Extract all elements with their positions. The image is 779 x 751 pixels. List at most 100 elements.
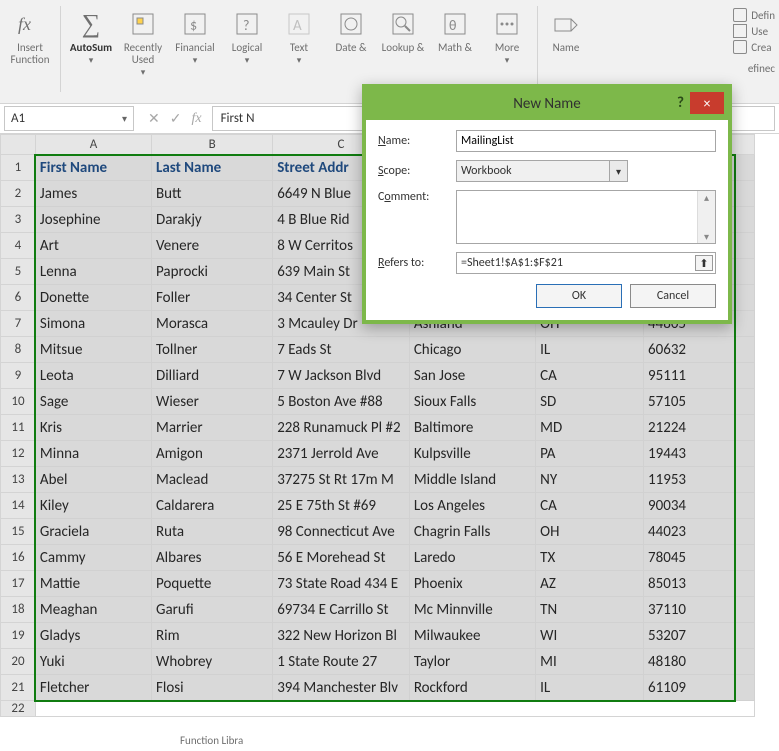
cell[interactable]: 48180 — [644, 649, 755, 675]
row-header[interactable]: 20 — [1, 649, 36, 675]
cell[interactable]: Lenna — [35, 259, 151, 285]
row-header[interactable]: 10 — [1, 389, 36, 415]
close-button[interactable]: × — [690, 92, 724, 114]
math-button[interactable]: θ Math & — [429, 6, 481, 76]
row-header[interactable]: 7 — [1, 311, 36, 337]
table-row[interactable]: 9LeotaDilliard7 W Jackson BlvdSan JoseCA… — [1, 363, 755, 389]
table-row[interactable]: 15GracielaRuta98 Connecticut AveChagrin … — [1, 519, 755, 545]
table-row[interactable]: 16CammyAlbares56 E Morehead StLaredoTX78… — [1, 545, 755, 571]
cell[interactable]: Abel — [35, 467, 151, 493]
cell[interactable]: 1 State Route 27 — [273, 649, 410, 675]
row-header[interactable]: 17 — [1, 571, 36, 597]
cell[interactable]: Kris — [35, 415, 151, 441]
cell[interactable]: Mattie — [35, 571, 151, 597]
scroll-down-icon[interactable]: ▾ — [704, 230, 709, 243]
table-row[interactable]: 13AbelMaclead37275 St Rt 17m MMiddle Isl… — [1, 467, 755, 493]
cell[interactable]: 78045 — [644, 545, 755, 571]
row-header[interactable]: 16 — [1, 545, 36, 571]
cell[interactable]: MI — [536, 649, 644, 675]
comment-input[interactable]: ▴▾ — [456, 190, 716, 244]
cell[interactable]: 228 Runamuck Pl #2 — [273, 415, 410, 441]
cell[interactable]: Baltimore — [409, 415, 535, 441]
cell[interactable]: 85013 — [644, 571, 755, 597]
refers-to-input[interactable]: =Sheet1!$A$1:$F$21 ⬆ — [456, 252, 716, 274]
row-header[interactable]: 9 — [1, 363, 36, 389]
enter-formula-icon[interactable]: ✓ — [170, 110, 182, 127]
cell[interactable]: 2371 Jerrold Ave — [273, 441, 410, 467]
cell[interactable]: OH — [536, 519, 644, 545]
cell[interactable]: Graciela — [35, 519, 151, 545]
row-header[interactable]: 3 — [1, 207, 36, 233]
cell[interactable]: AZ — [536, 571, 644, 597]
cell[interactable]: Chicago — [409, 337, 535, 363]
cell[interactable]: 394 Manchester Blv — [273, 675, 410, 701]
cell[interactable]: Donette — [35, 285, 151, 311]
ok-button[interactable]: OK — [536, 284, 622, 308]
scope-select[interactable]: Workbook ▾ — [456, 160, 628, 182]
cell[interactable]: Fletcher — [35, 675, 151, 701]
cell[interactable]: 57105 — [644, 389, 755, 415]
cell[interactable]: SD — [536, 389, 644, 415]
scrollbar[interactable]: ▴▾ — [697, 191, 715, 243]
row-header[interactable]: 5 — [1, 259, 36, 285]
dialog-titlebar[interactable]: New Name ? × — [366, 88, 728, 120]
cell[interactable]: PA — [536, 441, 644, 467]
cell[interactable]: Rockford — [409, 675, 535, 701]
cell[interactable]: 7 Eads St — [273, 337, 410, 363]
cell[interactable]: TX — [536, 545, 644, 571]
table-row[interactable]: 14KileyCaldarera25 E 75th St #69Los Ange… — [1, 493, 755, 519]
cell[interactable]: Butt — [152, 181, 273, 207]
cell[interactable]: Phoenix — [409, 571, 535, 597]
cancel-button[interactable]: Cancel — [630, 284, 716, 308]
cell[interactable]: Simona — [35, 311, 151, 337]
table-row[interactable]: 18MeaghanGarufi69734 E Carrillo StMc Min… — [1, 597, 755, 623]
cell[interactable]: Marrier — [152, 415, 273, 441]
cell[interactable]: Laredo — [409, 545, 535, 571]
use-in-formula-button[interactable]: Use — [733, 24, 775, 38]
row-header[interactable]: 2 — [1, 181, 36, 207]
cell[interactable]: Middle Island — [409, 467, 535, 493]
cell[interactable]: NY — [536, 467, 644, 493]
cell[interactable]: Taylor — [409, 649, 535, 675]
row-header[interactable]: 15 — [1, 519, 36, 545]
more-functions-button[interactable]: More ▾ — [481, 6, 533, 76]
cell[interactable]: Sioux Falls — [409, 389, 535, 415]
cell[interactable]: 90034 — [644, 493, 755, 519]
cell[interactable]: Josephine — [35, 207, 151, 233]
cell[interactable]: 21224 — [644, 415, 755, 441]
cell[interactable]: 37110 — [644, 597, 755, 623]
cell[interactable]: TN — [536, 597, 644, 623]
cell[interactable]: San Jose — [409, 363, 535, 389]
cell[interactable]: 11953 — [644, 467, 755, 493]
cell[interactable]: Rim — [152, 623, 273, 649]
cell[interactable]: 56 E Morehead St — [273, 545, 410, 571]
cell[interactable]: Poquette — [152, 571, 273, 597]
cancel-formula-icon[interactable]: ✕ — [148, 110, 160, 127]
table-row[interactable]: 10SageWieser5 Boston Ave #88Sioux FallsS… — [1, 389, 755, 415]
row-header[interactable]: 8 — [1, 337, 36, 363]
cell[interactable]: Amigon — [152, 441, 273, 467]
define-name-button[interactable]: Defin — [733, 8, 775, 22]
date-time-button[interactable]: Date & — [325, 6, 377, 76]
cell[interactable]: Milwaukee — [409, 623, 535, 649]
cell[interactable]: IL — [536, 675, 644, 701]
cell[interactable]: 73 State Road 434 E — [273, 571, 410, 597]
cell[interactable]: Mitsue — [35, 337, 151, 363]
cell[interactable]: Albares — [152, 545, 273, 571]
cell[interactable]: Mc Minnville — [409, 597, 535, 623]
cell[interactable]: Venere — [152, 233, 273, 259]
cell[interactable]: 322 New Horizon Bl — [273, 623, 410, 649]
cell[interactable]: Caldarera — [152, 493, 273, 519]
scroll-up-icon[interactable]: ▴ — [704, 191, 709, 204]
fx-icon[interactable]: fx — [191, 111, 201, 127]
col-header[interactable]: B — [152, 135, 273, 155]
name-box[interactable]: A1 ▾ — [4, 106, 134, 131]
cell[interactable]: IL — [536, 337, 644, 363]
select-all-corner[interactable] — [1, 135, 36, 155]
logical-button[interactable]: ? Logical ▾ — [221, 6, 273, 76]
cell[interactable]: Flosi — [152, 675, 273, 701]
insert-function-button[interactable]: fx InsertFunction — [4, 6, 56, 76]
cell[interactable]: 69734 E Carrillo St — [273, 597, 410, 623]
name-manager-button[interactable]: Name — [542, 6, 590, 76]
create-from-selection-button[interactable]: Crea — [733, 40, 775, 54]
